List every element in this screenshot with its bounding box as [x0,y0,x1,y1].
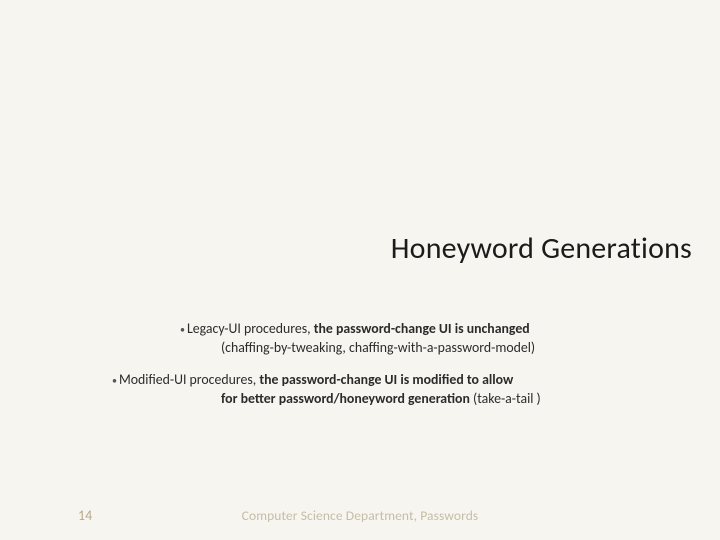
slide: Honeyword Generations •Legacy-UI procedu… [0,0,720,540]
slide-title: Honeyword Generations [0,230,692,267]
bullet-dot-icon: • [180,323,185,336]
bullet-2-tail: (take-a-tail ) [473,390,541,407]
bullet-list: •Legacy-UI procedures, the password-chan… [0,320,692,409]
bullet-2-bold-line2: for better password/honeyword generation [221,390,473,407]
bullet-1-bold: the password-change UI is unchanged [314,320,530,337]
bullet-2-line2: for better password/honeyword generation… [221,390,692,409]
bullet-item-2: •Modified-UI procedures, the password-ch… [112,371,692,390]
bullet-2-bold-line1: the password-change UI is modified to al… [259,371,513,388]
bullet-1-lead: Legacy-UI procedures, [187,320,314,337]
footer-text: Computer Science Department, Passwords [0,507,720,524]
bullet-1-subtext: (chaffing-by-tweaking, chaffing-with-a-p… [221,339,692,358]
bullet-2-lead: Modified-UI procedures, [119,371,259,388]
bullet-item-1: •Legacy-UI procedures, the password-chan… [180,320,692,339]
bullet-dot-icon: • [112,374,117,387]
